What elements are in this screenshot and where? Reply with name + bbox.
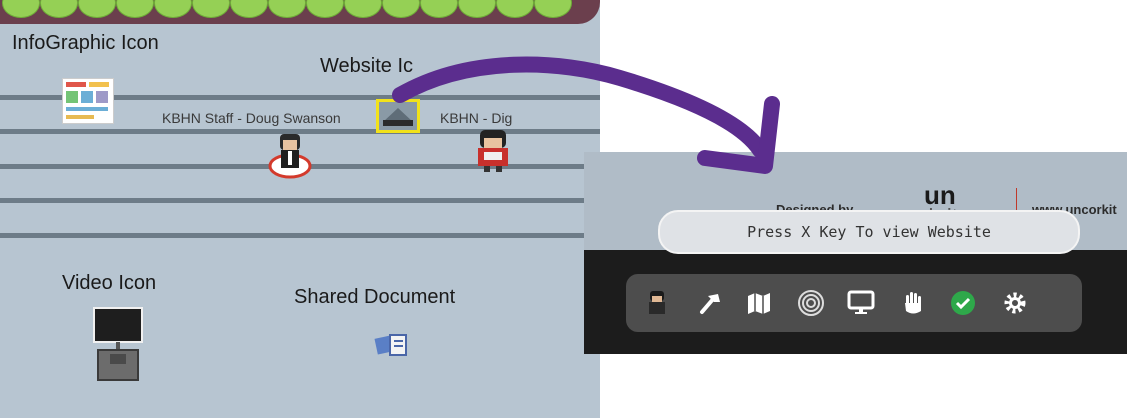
- annotation-arrow: [392, 56, 780, 174]
